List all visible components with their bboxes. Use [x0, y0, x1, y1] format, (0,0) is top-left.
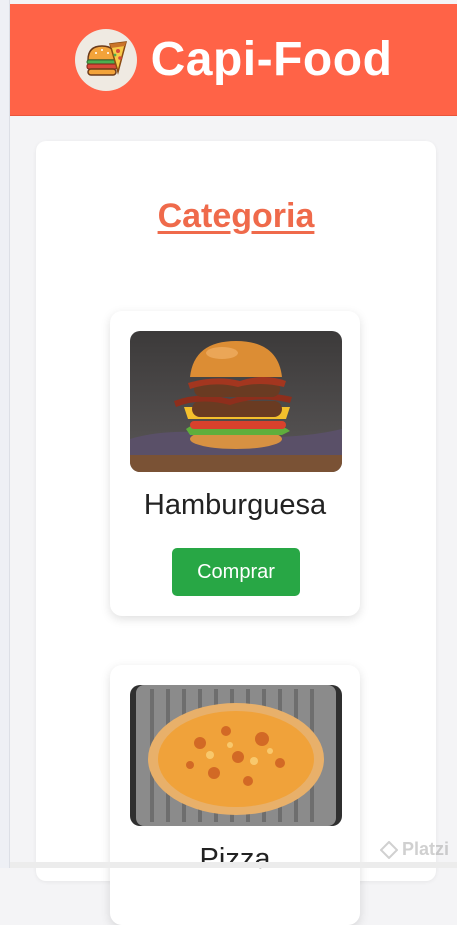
category-card: Hamburguesa Comprar — [110, 311, 360, 616]
app-title: Capi-Food — [150, 33, 393, 86]
pizza-photo — [130, 685, 342, 826]
category-name: Pizza — [199, 843, 271, 875]
platzi-logo-icon — [379, 840, 398, 859]
burger-pizza-logo-icon — [74, 28, 137, 91]
category-name: Hamburguesa — [143, 489, 327, 521]
category-card: Pizza — [110, 665, 360, 925]
window-left-edge — [0, 0, 10, 868]
app-header: Capi-Food — [10, 4, 457, 116]
section-title: Categoria — [157, 197, 315, 235]
category-panel: Categoria Hamburguesa Comprar Pizza — [36, 141, 436, 925]
hamburger-photo — [130, 331, 342, 472]
horizontal-scrollbar[interactable] — [10, 862, 457, 868]
watermark-text: Platzi — [401, 839, 449, 859]
platzi-watermark: Platzi — [379, 839, 449, 860]
buy-button[interactable]: Comprar — [172, 548, 300, 596]
